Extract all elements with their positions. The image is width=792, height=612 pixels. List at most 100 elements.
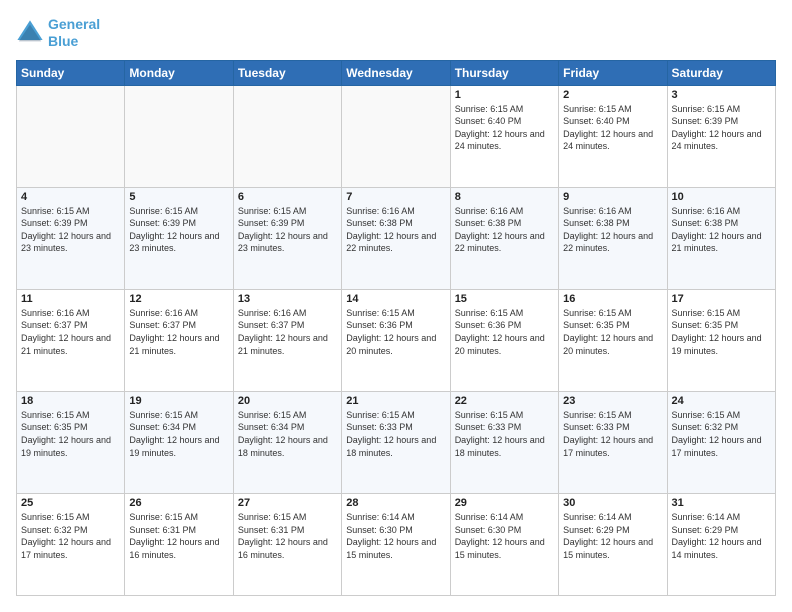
day-info: Sunrise: 6:16 AM Sunset: 6:37 PM Dayligh… [238,307,337,357]
weekday-sunday: Sunday [17,60,125,85]
day-number: 5 [129,191,228,203]
day-info: Sunrise: 6:16 AM Sunset: 6:38 PM Dayligh… [346,205,445,255]
day-cell: 15Sunrise: 6:15 AM Sunset: 6:36 PM Dayli… [450,289,558,391]
day-cell: 30 Sunrise: 6:14 AM Sunset: 6:29 PM Dayli… [559,493,667,595]
day-number: 6 [238,191,337,203]
day-number: 27 [238,497,337,509]
day-cell: 12Sunrise: 6:16 AM Sunset: 6:37 PM Dayli… [125,289,233,391]
day-info: Sunrise: 6:15 AM Sunset: 6:33 PM Dayligh… [563,409,662,459]
day-info: Sunrise: 6:15 AM Sunset: 6:32 PM Dayligh… [21,511,120,561]
day-info: Sunrise: 6:16 AM Sunset: 6:37 PM Dayligh… [21,307,120,357]
day-number: 11 [21,293,120,305]
day-number: 31 [672,497,771,509]
day-info: Sunrise: 6:15 AM Sunset: 6:33 PM Dayligh… [346,409,445,459]
day-number: 9 [563,191,662,203]
day-number: 28 [346,497,445,509]
day-cell: 26 Sunrise: 6:15 AM Sunset: 6:31 PM Dayli… [125,493,233,595]
day-cell [233,85,341,187]
day-info: Sunrise: 6:16 AM Sunset: 6:38 PM Dayligh… [672,205,771,255]
day-cell: 9 Sunrise: 6:16 AM Sunset: 6:38 PM Daylig… [559,187,667,289]
day-number: 4 [21,191,120,203]
week-row-1: 1 Sunrise: 6:15 AM Sunset: 6:40 PM Daylig… [17,85,776,187]
day-cell: 2 Sunrise: 6:15 AM Sunset: 6:40 PM Daylig… [559,85,667,187]
day-cell: 10 Sunrise: 6:16 AM Sunset: 6:38 PM Dayli… [667,187,775,289]
day-number: 23 [563,395,662,407]
logo-icon [16,19,44,47]
day-number: 17 [672,293,771,305]
day-number: 10 [672,191,771,203]
day-cell: 6 Sunrise: 6:15 AM Sunset: 6:39 PM Daylig… [233,187,341,289]
weekday-friday: Friday [559,60,667,85]
day-number: 2 [563,89,662,101]
logo: General Blue [16,16,100,50]
day-info: Sunrise: 6:15 AM Sunset: 6:35 PM Dayligh… [672,307,771,357]
day-cell: 11 Sunrise: 6:16 AM Sunset: 6:37 PM Dayli… [17,289,125,391]
logo-text: General Blue [48,16,100,50]
day-info: Sunrise: 6:15 AM Sunset: 6:40 PM Dayligh… [455,103,554,153]
day-cell: 28Sunrise: 6:14 AM Sunset: 6:30 PM Dayli… [342,493,450,595]
day-cell: 1 Sunrise: 6:15 AM Sunset: 6:40 PM Daylig… [450,85,558,187]
day-info: Sunrise: 6:15 AM Sunset: 6:39 PM Dayligh… [672,103,771,153]
day-number: 3 [672,89,771,101]
day-number: 22 [455,395,554,407]
day-info: Sunrise: 6:15 AM Sunset: 6:39 PM Dayligh… [238,205,337,255]
day-number: 30 [563,497,662,509]
day-info: Sunrise: 6:14 AM Sunset: 6:29 PM Dayligh… [563,511,662,561]
day-info: Sunrise: 6:15 AM Sunset: 6:32 PM Dayligh… [672,409,771,459]
day-info: Sunrise: 6:15 AM Sunset: 6:39 PM Dayligh… [129,205,228,255]
day-cell: 17 Sunrise: 6:15 AM Sunset: 6:35 PM Dayli… [667,289,775,391]
weekday-monday: Monday [125,60,233,85]
day-info: Sunrise: 6:15 AM Sunset: 6:36 PM Dayligh… [346,307,445,357]
day-number: 26 [129,497,228,509]
day-info: Sunrise: 6:15 AM Sunset: 6:40 PM Dayligh… [563,103,662,153]
day-cell: 13Sunrise: 6:16 AM Sunset: 6:37 PM Dayli… [233,289,341,391]
day-info: Sunrise: 6:15 AM Sunset: 6:34 PM Dayligh… [238,409,337,459]
day-info: Sunrise: 6:15 AM Sunset: 6:35 PM Dayligh… [563,307,662,357]
weekday-thursday: Thursday [450,60,558,85]
day-number: 14 [346,293,445,305]
day-info: Sunrise: 6:15 AM Sunset: 6:39 PM Dayligh… [21,205,120,255]
day-info: Sunrise: 6:15 AM Sunset: 6:33 PM Dayligh… [455,409,554,459]
day-info: Sunrise: 6:16 AM Sunset: 6:38 PM Dayligh… [455,205,554,255]
day-cell: 27Sunrise: 6:15 AM Sunset: 6:31 PM Dayli… [233,493,341,595]
day-cell: 22 Sunrise: 6:15 AM Sunset: 6:33 PM Dayli… [450,391,558,493]
day-cell: 16 Sunrise: 6:15 AM Sunset: 6:35 PM Dayli… [559,289,667,391]
day-cell: 29 Sunrise: 6:14 AM Sunset: 6:30 PM Dayli… [450,493,558,595]
day-cell: 20Sunrise: 6:15 AM Sunset: 6:34 PM Dayli… [233,391,341,493]
day-cell: 23 Sunrise: 6:15 AM Sunset: 6:33 PM Dayli… [559,391,667,493]
day-number: 29 [455,497,554,509]
calendar-table: SundayMondayTuesdayWednesdayThursdayFrid… [16,60,776,596]
day-info: Sunrise: 6:16 AM Sunset: 6:38 PM Dayligh… [563,205,662,255]
day-cell: 31 Sunrise: 6:14 AM Sunset: 6:29 PM Dayli… [667,493,775,595]
day-cell: 24 Sunrise: 6:15 AM Sunset: 6:32 PM Dayli… [667,391,775,493]
day-number: 1 [455,89,554,101]
week-row-5: 25Sunrise: 6:15 AM Sunset: 6:32 PM Dayli… [17,493,776,595]
day-number: 19 [129,395,228,407]
day-cell: 21Sunrise: 6:15 AM Sunset: 6:33 PM Dayli… [342,391,450,493]
day-info: Sunrise: 6:16 AM Sunset: 6:37 PM Dayligh… [129,307,228,357]
day-cell: 25Sunrise: 6:15 AM Sunset: 6:32 PM Dayli… [17,493,125,595]
day-info: Sunrise: 6:15 AM Sunset: 6:36 PM Dayligh… [455,307,554,357]
day-info: Sunrise: 6:15 AM Sunset: 6:35 PM Dayligh… [21,409,120,459]
weekday-saturday: Saturday [667,60,775,85]
day-info: Sunrise: 6:15 AM Sunset: 6:34 PM Dayligh… [129,409,228,459]
day-info: Sunrise: 6:15 AM Sunset: 6:31 PM Dayligh… [129,511,228,561]
header: General Blue [16,16,776,50]
day-cell: 8Sunrise: 6:16 AM Sunset: 6:38 PM Daylig… [450,187,558,289]
week-row-2: 4 Sunrise: 6:15 AM Sunset: 6:39 PM Daylig… [17,187,776,289]
day-cell: 5 Sunrise: 6:15 AM Sunset: 6:39 PM Daylig… [125,187,233,289]
day-info: Sunrise: 6:14 AM Sunset: 6:30 PM Dayligh… [455,511,554,561]
weekday-header-row: SundayMondayTuesdayWednesdayThursdayFrid… [17,60,776,85]
day-cell: 4 Sunrise: 6:15 AM Sunset: 6:39 PM Daylig… [17,187,125,289]
day-number: 18 [21,395,120,407]
weekday-tuesday: Tuesday [233,60,341,85]
day-number: 7 [346,191,445,203]
day-cell [342,85,450,187]
day-number: 24 [672,395,771,407]
day-number: 16 [563,293,662,305]
week-row-3: 11 Sunrise: 6:16 AM Sunset: 6:37 PM Dayli… [17,289,776,391]
day-cell: 19 Sunrise: 6:15 AM Sunset: 6:34 PM Dayli… [125,391,233,493]
day-info: Sunrise: 6:14 AM Sunset: 6:29 PM Dayligh… [672,511,771,561]
day-cell: 14 Sunrise: 6:15 AM Sunset: 6:36 PM Dayli… [342,289,450,391]
weekday-wednesday: Wednesday [342,60,450,85]
